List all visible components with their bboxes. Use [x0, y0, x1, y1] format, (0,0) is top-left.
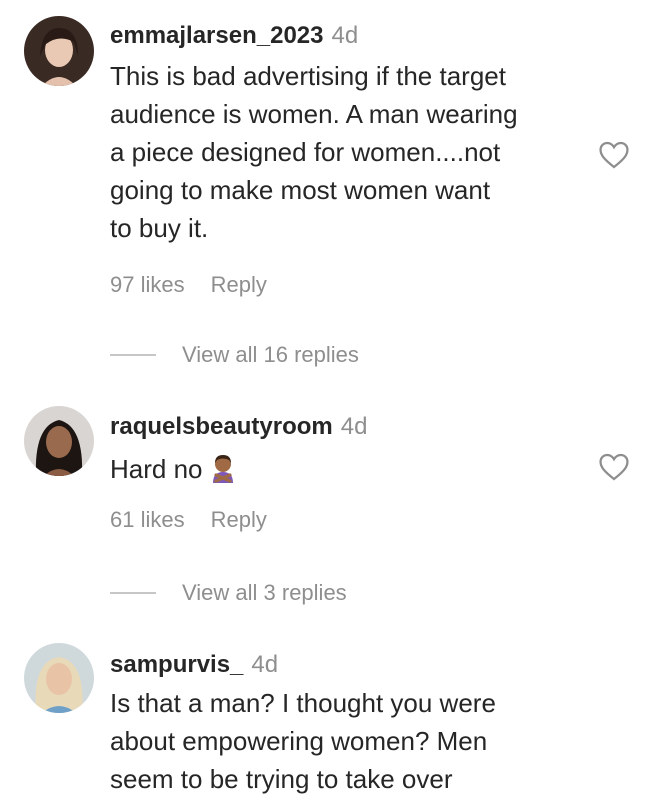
likes-count[interactable]: 97 likes [110, 272, 185, 297]
person-gesturing-no-icon [207, 452, 239, 494]
comment-text: This is bad advertising if the target au… [110, 57, 580, 247]
comment-time: 4d [340, 413, 368, 440]
comment-text-line: to buy it. [110, 213, 209, 243]
heart-outline-icon[interactable] [597, 450, 631, 484]
comment-text-line: going to make most women want [110, 175, 491, 205]
comment-text-line: This is bad advertising if the target [110, 61, 506, 91]
username-text[interactable]: emmajlarsen_2023 [110, 22, 324, 49]
view-replies-label: View all 3 replies [182, 580, 347, 605]
comment-text-line: Is that a man? I thought you were [110, 688, 496, 718]
comment-username[interactable]: sampurvis_ 4d [110, 651, 278, 679]
comment-text: Hard no [110, 450, 580, 494]
likes-count[interactable]: 61 likes [110, 507, 185, 532]
view-replies-label: View all 16 replies [182, 342, 359, 367]
reply-button[interactable]: Reply [211, 272, 267, 297]
comment-meta: 61 likes Reply [110, 507, 267, 533]
comment-text-line: audience is women. A man wearing [110, 99, 518, 129]
avatar-image [24, 406, 94, 476]
view-replies-button[interactable]: View all 16 replies [110, 342, 359, 368]
username-text[interactable]: sampurvis_ [110, 651, 243, 678]
comment-meta: 97 likes Reply [110, 272, 267, 298]
username-text[interactable]: raquelsbeautyroom [110, 413, 333, 440]
divider-line [110, 354, 156, 356]
reply-button[interactable]: Reply [211, 507, 267, 532]
comment-text-line: seem to be trying to take over [110, 764, 453, 794]
view-replies-button[interactable]: View all 3 replies [110, 580, 347, 606]
comment-text-line: about empowering women? Men [110, 726, 488, 756]
avatar-image [24, 16, 94, 86]
divider-line [110, 592, 156, 594]
comment-username[interactable]: emmajlarsen_2023 4d [110, 22, 358, 50]
avatar[interactable] [24, 16, 94, 86]
avatar-image [24, 643, 94, 713]
comment-time: 4d [331, 22, 359, 49]
comment-time: 4d [251, 651, 279, 678]
comment-text: Is that a man? I thought you were about … [110, 684, 580, 798]
comment-username[interactable]: raquelsbeautyroom 4d [110, 413, 367, 441]
comment-text-line: Hard no [110, 450, 580, 494]
heart-outline-icon[interactable] [597, 138, 631, 172]
comment-text-line: a piece designed for women....not [110, 137, 501, 167]
avatar[interactable] [24, 406, 94, 476]
avatar[interactable] [24, 643, 94, 713]
comment-text-content: Hard no [110, 454, 203, 484]
